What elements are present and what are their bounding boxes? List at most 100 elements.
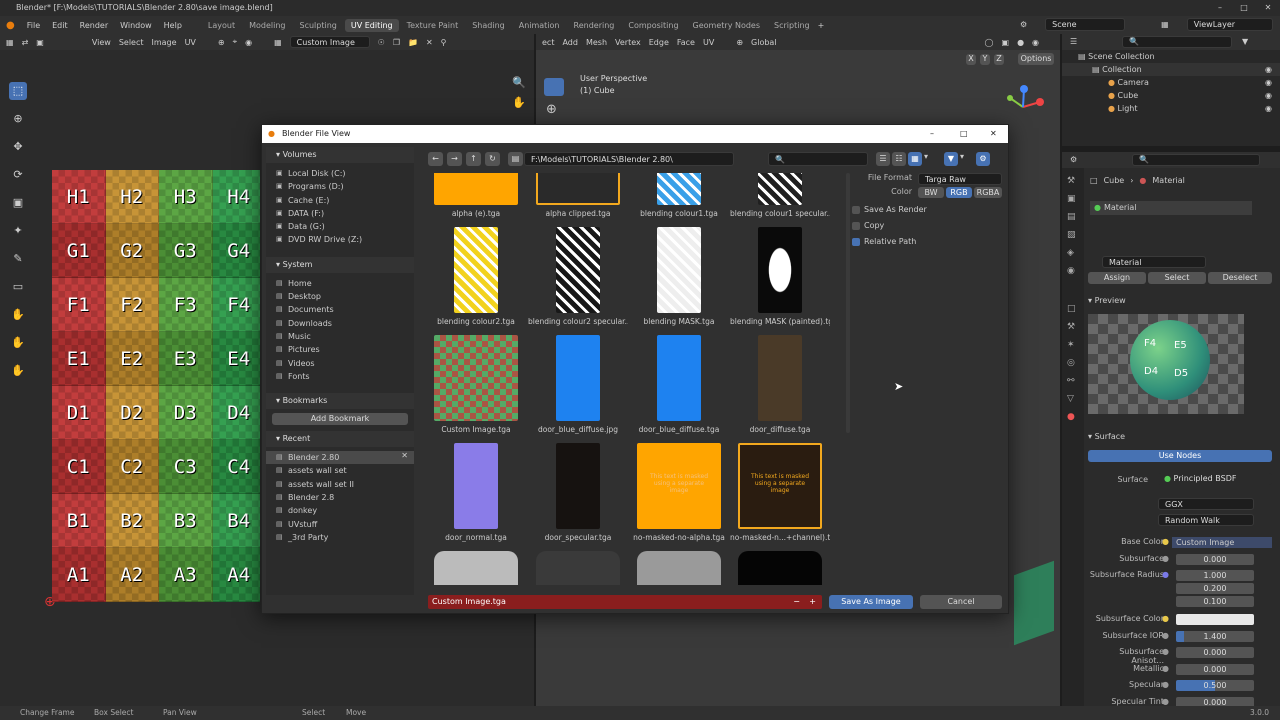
parent-dir-icon[interactable]: ↑ [466,152,481,166]
color-mode-rgb[interactable]: RGB [946,187,972,198]
file-thumbnail[interactable]: door_blue_diffuse.tga [629,335,729,434]
uv-menu-view[interactable]: View [92,38,111,47]
workspace-tab-rendering[interactable]: Rendering [568,19,621,32]
file-thumbnail[interactable]: blending colour1.tga [629,173,729,218]
thumbnail-view-icon[interactable]: ▦ [908,152,922,166]
shading-material-icon[interactable]: ◉ [1032,38,1039,47]
color-mode-rgba[interactable]: RGBA [974,187,1002,198]
property-value[interactable]: 0.000 [1176,554,1254,565]
surface-shader-field[interactable]: ● Principled BSDF [1158,473,1272,485]
use-nodes-button[interactable]: Use Nodes [1088,450,1272,462]
uv-sync-icon[interactable]: ⇄ [22,38,29,47]
outliner-item-cube[interactable]: ● Cube ◉ [1062,89,1280,102]
dialog-close-icon[interactable]: ✕ [990,125,997,143]
system-item[interactable]: ▤ Documents [266,303,414,316]
select-box-tool-icon[interactable]: ⬚ [9,82,27,100]
file-thumbnail[interactable]: blending colour2.tga [426,227,526,326]
property-value[interactable]: 1.000 [1176,570,1254,581]
save-as-render-checkbox[interactable] [852,205,860,214]
viewport-menu-add[interactable]: Add [562,38,578,47]
outliner-scene-collection[interactable]: ▤ Scene Collection [1062,50,1280,63]
socket-icon[interactable]: ● [1162,570,1169,579]
volumes-item[interactable]: ▣ DATA (F:) [266,207,414,220]
cursor-tool-icon[interactable]: ⊕ [9,110,27,128]
directory-path-input[interactable]: F:\Models\TUTORIALS\Blender 2.80\ [524,152,734,166]
shading-solid-icon[interactable]: ● [1017,38,1024,47]
axis-z-toggle[interactable]: Z [994,54,1004,65]
recent-item[interactable]: ▤ Blender 2.80 [266,451,414,465]
file-thumbnail[interactable]: This text is masked using a separate ima… [730,443,830,542]
viewport-select-tool-icon[interactable] [544,78,564,96]
file-thumbnail[interactable]: blending MASK.tga [629,227,729,326]
dialog-minimize-icon[interactable]: – [930,125,934,143]
relative-path-checkbox[interactable] [852,237,860,246]
copy-option[interactable]: Copy [852,221,1002,237]
file-thumbnail[interactable]: blending MASK (painted).tg [730,227,830,326]
modifier-tab-icon[interactable]: ⚒ [1067,322,1075,332]
material-slot[interactable]: ● Material [1090,201,1252,215]
viewport-menu-select[interactable]: ect [542,38,554,47]
file-thumbnail[interactable]: door_blue_diffuse.jpg [528,335,628,434]
pinch-tool-icon[interactable]: ✋ [9,362,27,380]
socket-icon[interactable]: ● [1162,664,1169,673]
property-value[interactable] [1176,614,1254,625]
menu-window[interactable]: Window [120,21,152,30]
file-search-input[interactable]: 🔍 [768,152,868,166]
menu-help[interactable]: Help [164,21,182,30]
preview-header[interactable]: ▾ Preview [1088,296,1126,305]
scene-tab-icon[interactable]: ◈ [1067,248,1074,258]
system-item[interactable]: ▤ Fonts [266,370,414,383]
scale-tool-icon[interactable]: ▣ [9,194,27,212]
particles-tab-icon[interactable]: ✶ [1067,340,1075,350]
file-thumbnail[interactable]: blending colour1 specular... [730,173,830,218]
recent-item[interactable]: ▤ _3rd Party [266,531,414,544]
minimize-icon[interactable]: – [1208,0,1232,16]
rotate-tool-icon[interactable]: ⟳ [9,166,27,184]
volumes-item[interactable]: ▣ Local Disk (C:) [266,167,414,180]
system-item[interactable]: ▤ Videos [266,357,414,370]
new-folder-icon[interactable]: ▤ [508,152,523,166]
outliner-item-light[interactable]: ● Light ◉ [1062,102,1280,115]
recent-header[interactable]: ▾ Recent [266,431,414,448]
file-thumbnail[interactable]: Custom Image.tga [426,335,526,434]
copy-checkbox[interactable] [852,221,860,230]
visibility-eye-icon[interactable]: ◉ [1265,89,1272,102]
orientation-icon[interactable]: ⊕ [736,38,743,47]
workspace-tab-scripting[interactable]: Scripting [768,19,816,32]
system-item[interactable]: ▤ Desktop [266,290,414,303]
property-value[interactable]: 0.000 [1176,647,1254,658]
viewport-cursor-tool-icon[interactable]: ⊕ [546,102,557,117]
workspace-tab-layout[interactable]: Layout [202,19,241,32]
properties-search-input[interactable]: 🔍 [1132,154,1260,166]
filter-icon[interactable]: ▼ [944,152,958,166]
file-thumbnail[interactable]: door_diffuse.tga [730,335,830,434]
visibility-eye-icon[interactable]: ◉ [1265,76,1272,89]
socket-icon[interactable]: ● [1162,647,1169,656]
property-value[interactable]: 0.000 [1176,664,1254,675]
material-name-field[interactable]: Material [1102,256,1206,268]
file-thumbnail[interactable]: door_specular.tga [528,443,628,542]
file-thumbnail[interactable] [528,551,628,585]
recent-item[interactable]: ▤ Blender 2.8 [266,491,414,504]
volumes-item[interactable]: ▣ Cache (E:) [266,194,414,207]
image-name-field[interactable]: Custom Image [289,36,370,48]
pan-hand-icon[interactable]: ✋ [512,96,526,109]
visibility-eye-icon[interactable]: ◉ [1265,63,1272,76]
list-view-icon[interactable]: ☰ [876,152,890,166]
object-tab-icon[interactable]: □ [1067,304,1076,314]
property-value[interactable]: 0.500 [1176,680,1254,691]
constraints-tab-icon[interactable]: ⚯ [1067,376,1075,386]
workspace-tab-uv-editing[interactable]: UV Editing [344,18,399,32]
add-workspace-icon[interactable]: + [818,21,825,30]
render-tab-icon[interactable]: ▣ [1067,194,1076,204]
recent-item[interactable]: ▤ assets wall set II [266,478,414,491]
workspace-tab-geometry-nodes[interactable]: Geometry Nodes [687,19,766,32]
socket-icon[interactable]: ● [1162,697,1169,706]
save-as-render-option[interactable]: Save As Render [852,205,1002,221]
deselect-button[interactable]: Deselect [1208,272,1272,284]
settings-gear-icon[interactable]: ⚙ [976,152,990,166]
orientation-selector[interactable]: Global [751,38,777,47]
pin-icon[interactable]: ⚲ [441,38,447,47]
assign-button[interactable]: Assign [1088,272,1146,284]
annotate-tool-icon[interactable]: ✎ [9,250,27,268]
